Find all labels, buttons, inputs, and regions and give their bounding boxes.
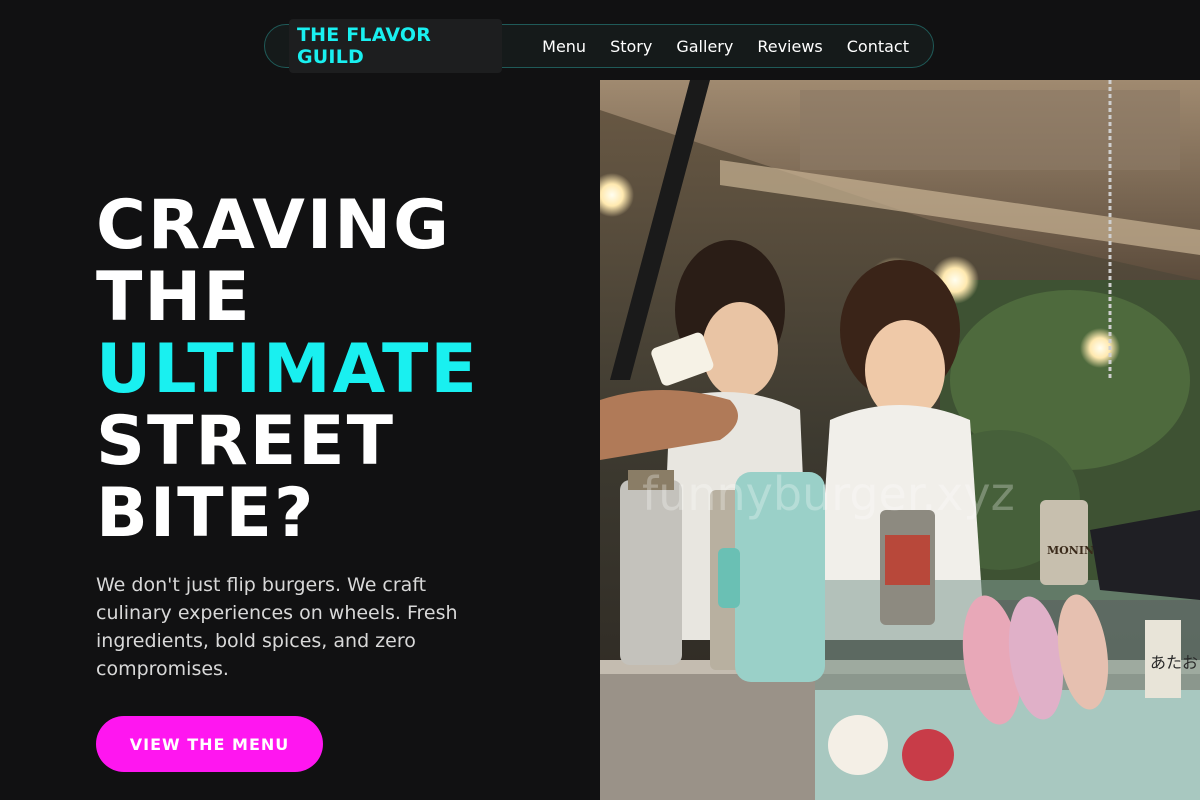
headline-line-4: STREET bbox=[96, 402, 396, 481]
hero-description: We don't just flip burgers. We craft cul… bbox=[96, 574, 458, 680]
nav-link-menu[interactable]: Menu bbox=[542, 37, 586, 56]
watermark-text: funnyburger.xyz bbox=[642, 467, 1015, 521]
headline-line-5: BITE? bbox=[96, 474, 316, 553]
top-nav: THE FLAVOR GUILD Menu Story Gallery Revi… bbox=[264, 19, 934, 73]
brand-logo[interactable]: THE FLAVOR GUILD bbox=[289, 19, 503, 73]
nav-links: Menu Story Gallery Reviews Contact bbox=[542, 37, 933, 56]
nav-link-gallery[interactable]: Gallery bbox=[676, 37, 733, 56]
hero-headline: CRAVING THE ULTIMATE STREET BITE? bbox=[96, 190, 556, 550]
headline-accent: ULTIMATE bbox=[96, 330, 479, 409]
headline-line-1: CRAVING bbox=[96, 186, 451, 265]
nav-link-reviews[interactable]: Reviews bbox=[757, 37, 822, 56]
view-menu-button[interactable]: VIEW THE MENU bbox=[96, 716, 323, 772]
hero-photo-food-truck: MONIN あたお funnyburger.xyz bbox=[600, 80, 1200, 800]
headline-line-2: THE bbox=[96, 258, 252, 337]
monin-sign: MONIN bbox=[1047, 544, 1094, 557]
food-truck-illustration: MONIN あたお funnyburger.xyz bbox=[600, 80, 1200, 800]
placard-text: あたお bbox=[1150, 653, 1198, 672]
nav-link-contact[interactable]: Contact bbox=[847, 37, 909, 56]
nav-link-story[interactable]: Story bbox=[610, 37, 652, 56]
hero-headline-block: CRAVING THE ULTIMATE STREET BITE? bbox=[96, 190, 556, 550]
